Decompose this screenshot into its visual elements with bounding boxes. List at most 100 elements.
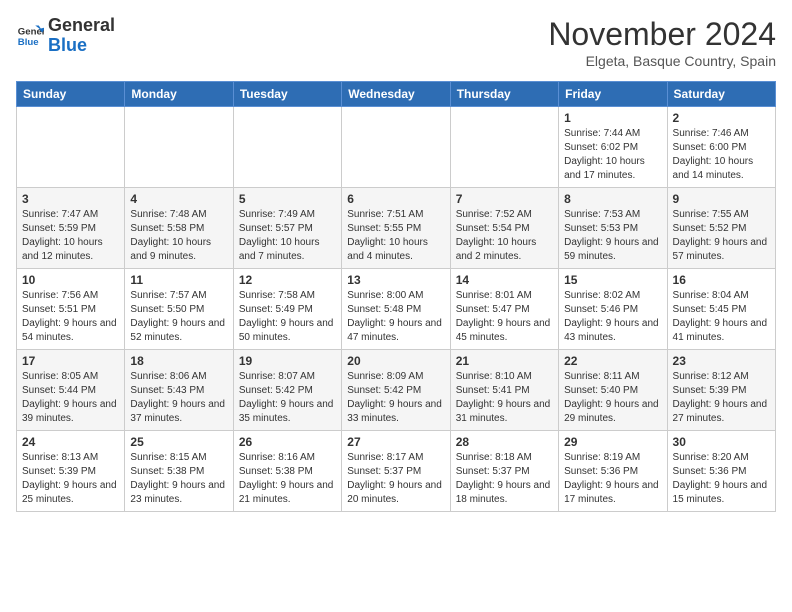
day-info: Sunrise: 8:01 AM Sunset: 5:47 PM Dayligh… [456, 289, 553, 345]
calendar-cell: 26 Sunrise: 8:16 AM Sunset: 5:38 PM Dayli… [233, 431, 341, 512]
day-number: 6 [347, 192, 444, 206]
day-number: 10 [22, 273, 119, 287]
calendar-cell: 24 Sunrise: 8:13 AM Sunset: 5:39 PM Dayli… [17, 431, 125, 512]
day-number: 19 [239, 354, 336, 368]
page-header: General Blue General Blue November 2024 … [16, 16, 776, 69]
calendar-cell [233, 107, 341, 188]
calendar-cell: 23 Sunrise: 8:12 AM Sunset: 5:39 PM Dayli… [667, 350, 775, 431]
calendar-cell: 11 Sunrise: 7:57 AM Sunset: 5:50 PM Dayli… [125, 269, 233, 350]
calendar-cell: 6 Sunrise: 7:51 AM Sunset: 5:55 PM Daylig… [342, 188, 450, 269]
day-info: Sunrise: 7:55 AM Sunset: 5:52 PM Dayligh… [673, 208, 770, 264]
day-number: 16 [673, 273, 770, 287]
logo-general: General Blue [48, 16, 115, 56]
day-info: Sunrise: 8:13 AM Sunset: 5:39 PM Dayligh… [22, 451, 119, 507]
calendar-cell [17, 107, 125, 188]
day-info: Sunrise: 8:12 AM Sunset: 5:39 PM Dayligh… [673, 370, 770, 426]
header-wednesday: Wednesday [342, 82, 450, 107]
calendar-cell: 30 Sunrise: 8:20 AM Sunset: 5:36 PM Dayli… [667, 431, 775, 512]
day-number: 9 [673, 192, 770, 206]
day-number: 13 [347, 273, 444, 287]
svg-text:Blue: Blue [18, 37, 39, 48]
day-number: 11 [130, 273, 227, 287]
calendar-cell: 7Sunrise: 7:52 AM Sunset: 5:54 PM Daylig… [450, 188, 558, 269]
day-info: Sunrise: 7:49 AM Sunset: 5:57 PM Dayligh… [239, 208, 336, 264]
header-sunday: Sunday [17, 82, 125, 107]
day-info: Sunrise: 8:04 AM Sunset: 5:45 PM Dayligh… [673, 289, 770, 345]
calendar-cell: 12Sunrise: 7:58 AM Sunset: 5:49 PM Dayli… [233, 269, 341, 350]
calendar-cell: 13Sunrise: 8:00 AM Sunset: 5:48 PM Dayli… [342, 269, 450, 350]
day-number: 18 [130, 354, 227, 368]
calendar-cell: 20 Sunrise: 8:09 AM Sunset: 5:42 PM Dayli… [342, 350, 450, 431]
day-info: Sunrise: 7:53 AM Sunset: 5:53 PM Dayligh… [564, 208, 661, 264]
day-info: Sunrise: 7:44 AM Sunset: 6:02 PM Dayligh… [564, 127, 661, 183]
day-info: Sunrise: 8:19 AM Sunset: 5:36 PM Dayligh… [564, 451, 661, 507]
day-number: 5 [239, 192, 336, 206]
calendar-cell: 1Sunrise: 7:44 AM Sunset: 6:02 PM Daylig… [559, 107, 667, 188]
location-subtitle: Elgeta, Basque Country, Spain [548, 53, 776, 69]
week-row-4: 24 Sunrise: 8:13 AM Sunset: 5:39 PM Dayli… [17, 431, 776, 512]
header-friday: Friday [559, 82, 667, 107]
title-block: November 2024 Elgeta, Basque Country, Sp… [548, 16, 776, 69]
calendar-table: SundayMondayTuesdayWednesdayThursdayFrid… [16, 81, 776, 512]
calendar-cell: 29 Sunrise: 8:19 AM Sunset: 5:36 PM Dayli… [559, 431, 667, 512]
calendar-cell: 10 Sunrise: 7:56 AM Sunset: 5:51 PM Dayli… [17, 269, 125, 350]
calendar-cell: 14 Sunrise: 8:01 AM Sunset: 5:47 PM Dayli… [450, 269, 558, 350]
day-info: Sunrise: 8:10 AM Sunset: 5:41 PM Dayligh… [456, 370, 553, 426]
calendar-cell: 27 Sunrise: 8:17 AM Sunset: 5:37 PM Dayli… [342, 431, 450, 512]
day-info: Sunrise: 8:16 AM Sunset: 5:38 PM Dayligh… [239, 451, 336, 507]
day-number: 25 [130, 435, 227, 449]
day-number: 29 [564, 435, 661, 449]
day-number: 22 [564, 354, 661, 368]
header-row: SundayMondayTuesdayWednesdayThursdayFrid… [17, 82, 776, 107]
day-number: 17 [22, 354, 119, 368]
day-info: Sunrise: 7:47 AM Sunset: 5:59 PM Dayligh… [22, 208, 119, 264]
calendar-cell: 22 Sunrise: 8:11 AM Sunset: 5:40 PM Dayli… [559, 350, 667, 431]
day-number: 3 [22, 192, 119, 206]
calendar-cell: 8Sunrise: 7:53 AM Sunset: 5:53 PM Daylig… [559, 188, 667, 269]
day-info: Sunrise: 7:46 AM Sunset: 6:00 PM Dayligh… [673, 127, 770, 183]
day-info: Sunrise: 7:57 AM Sunset: 5:50 PM Dayligh… [130, 289, 227, 345]
day-info: Sunrise: 7:51 AM Sunset: 5:55 PM Dayligh… [347, 208, 444, 264]
calendar-cell: 19 Sunrise: 8:07 AM Sunset: 5:42 PM Dayli… [233, 350, 341, 431]
week-row-3: 17Sunrise: 8:05 AM Sunset: 5:44 PM Dayli… [17, 350, 776, 431]
calendar-cell: 4 Sunrise: 7:48 AM Sunset: 5:58 PM Daylig… [125, 188, 233, 269]
day-number: 20 [347, 354, 444, 368]
calendar-cell: 21 Sunrise: 8:10 AM Sunset: 5:41 PM Dayli… [450, 350, 558, 431]
day-number: 21 [456, 354, 553, 368]
day-info: Sunrise: 7:48 AM Sunset: 5:58 PM Dayligh… [130, 208, 227, 264]
calendar-cell: 28Sunrise: 8:18 AM Sunset: 5:37 PM Dayli… [450, 431, 558, 512]
day-info: Sunrise: 8:02 AM Sunset: 5:46 PM Dayligh… [564, 289, 661, 345]
calendar-cell: 3 Sunrise: 7:47 AM Sunset: 5:59 PM Daylig… [17, 188, 125, 269]
day-info: Sunrise: 8:06 AM Sunset: 5:43 PM Dayligh… [130, 370, 227, 426]
calendar-cell: 15Sunrise: 8:02 AM Sunset: 5:46 PM Dayli… [559, 269, 667, 350]
day-number: 4 [130, 192, 227, 206]
calendar-header: SundayMondayTuesdayWednesdayThursdayFrid… [17, 82, 776, 107]
day-number: 23 [673, 354, 770, 368]
logo-icon: General Blue [16, 22, 44, 50]
day-number: 7 [456, 192, 553, 206]
day-number: 30 [673, 435, 770, 449]
day-info: Sunrise: 8:17 AM Sunset: 5:37 PM Dayligh… [347, 451, 444, 507]
day-number: 26 [239, 435, 336, 449]
header-thursday: Thursday [450, 82, 558, 107]
day-info: Sunrise: 8:20 AM Sunset: 5:36 PM Dayligh… [673, 451, 770, 507]
calendar-cell [450, 107, 558, 188]
calendar-cell: 16 Sunrise: 8:04 AM Sunset: 5:45 PM Dayli… [667, 269, 775, 350]
day-number: 27 [347, 435, 444, 449]
day-number: 2 [673, 111, 770, 125]
day-info: Sunrise: 8:07 AM Sunset: 5:42 PM Dayligh… [239, 370, 336, 426]
day-info: Sunrise: 8:11 AM Sunset: 5:40 PM Dayligh… [564, 370, 661, 426]
day-info: Sunrise: 8:09 AM Sunset: 5:42 PM Dayligh… [347, 370, 444, 426]
day-info: Sunrise: 8:18 AM Sunset: 5:37 PM Dayligh… [456, 451, 553, 507]
day-info: Sunrise: 7:56 AM Sunset: 5:51 PM Dayligh… [22, 289, 119, 345]
header-tuesday: Tuesday [233, 82, 341, 107]
logo: General Blue General Blue [16, 16, 115, 56]
month-title: November 2024 [548, 16, 776, 53]
calendar-cell [125, 107, 233, 188]
calendar-cell: 25Sunrise: 8:15 AM Sunset: 5:38 PM Dayli… [125, 431, 233, 512]
header-monday: Monday [125, 82, 233, 107]
calendar-body: 1Sunrise: 7:44 AM Sunset: 6:02 PM Daylig… [17, 107, 776, 512]
day-number: 12 [239, 273, 336, 287]
day-number: 24 [22, 435, 119, 449]
day-number: 14 [456, 273, 553, 287]
